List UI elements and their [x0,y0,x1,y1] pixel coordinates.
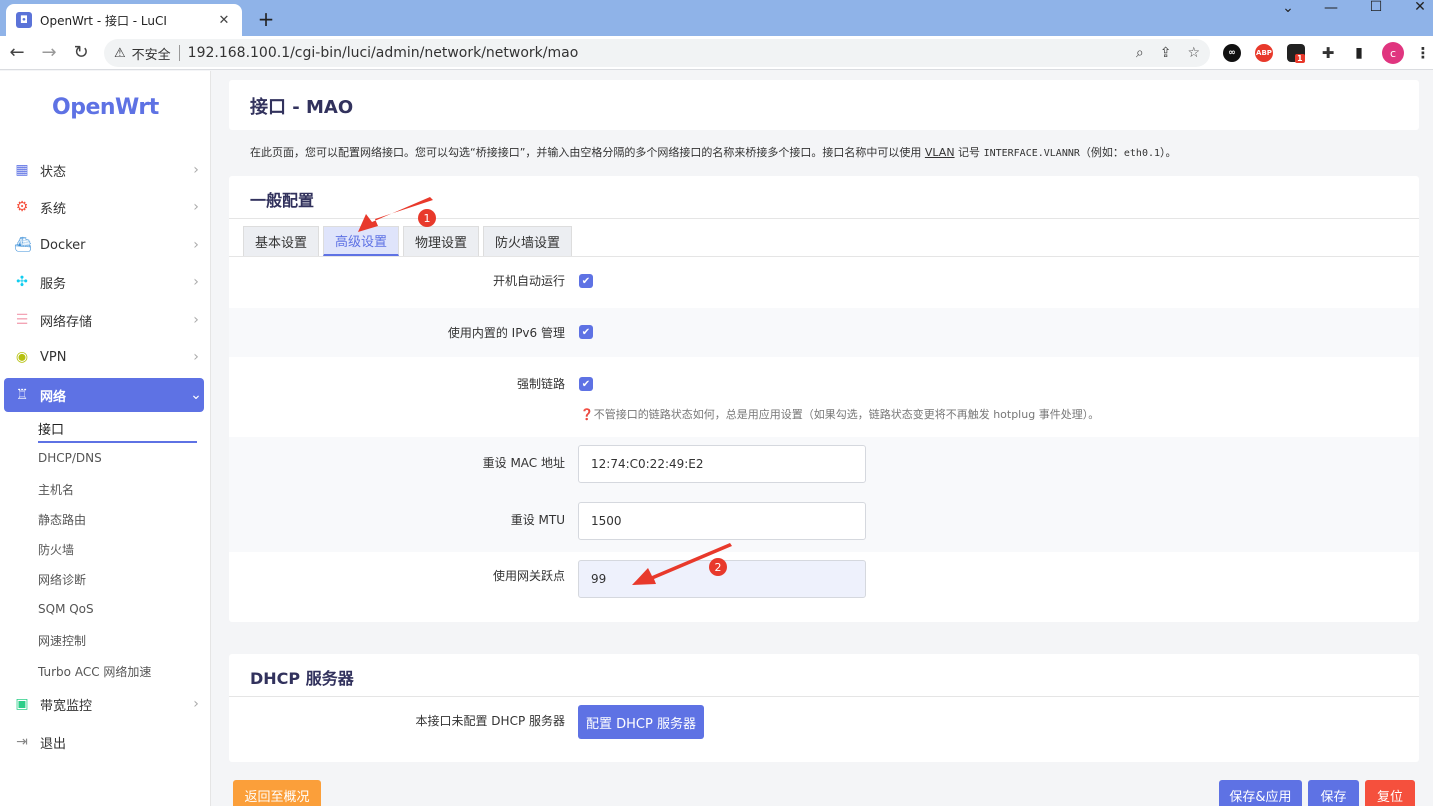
annotation-badge-2: 2 [709,558,727,576]
annotation-arrows [358,197,732,585]
annotation-badge-1: 1 [418,209,436,227]
